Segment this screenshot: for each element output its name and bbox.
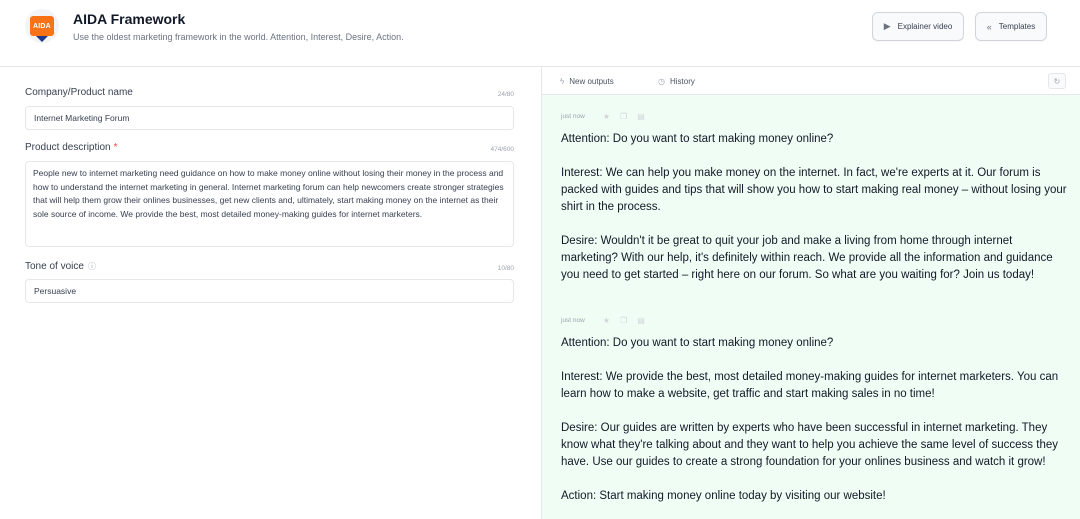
play-icon: ▶ — [883, 21, 891, 31]
company-name-input[interactable]: Internet Marketing Forum — [25, 106, 514, 130]
bolt-icon: ϟ — [560, 76, 565, 86]
output-timestamp: just now — [561, 112, 585, 120]
tab-history-label: History — [669, 76, 695, 86]
tab-new-outputs-label: New outputs — [569, 76, 614, 86]
output-text: Attention: Do you want to start making m… — [561, 335, 1071, 505]
templates-label: Templates — [998, 22, 1036, 31]
copy-icon[interactable]: ❐ — [620, 112, 627, 121]
tone-of-voice-char-count: 10/80 — [497, 265, 514, 272]
outputs-panel: ϟ New outputs ◷ History ↻ just now ★ ❐ ▤… — [541, 67, 1080, 519]
output-paragraph: Desire: Our guides are written by expert… — [561, 422, 1058, 468]
star-icon[interactable]: ★ — [603, 316, 610, 325]
page-title: AIDA Framework — [73, 11, 186, 27]
product-description-value: People new to internet marketing need gu… — [33, 168, 504, 219]
aida-logo-icon: AIDA — [30, 16, 54, 42]
output-paragraph: Desire: Wouldn't it be great to quit you… — [561, 235, 1053, 281]
output-timestamp: just now — [561, 316, 585, 324]
product-description-char-count: 474/600 — [490, 146, 515, 153]
output-paragraph: Interest: We can help you make money on … — [561, 167, 1067, 213]
output-paragraph: Interest: We provide the best, most deta… — [561, 371, 1059, 400]
output-card: just now ★ ❐ ▤ Attention: Do you want to… — [561, 110, 1071, 284]
output-paragraph: Action: Start making money online today … — [561, 490, 886, 502]
refresh-icon: ↻ — [1053, 76, 1061, 86]
tone-of-voice-label: Tone of voice ⓘ — [25, 261, 96, 272]
product-description-label-text: Product description — [25, 142, 111, 153]
company-name-value: Internet Marketing Forum — [34, 113, 130, 123]
input-form: Company/Product name 24/80 Internet Mark… — [0, 67, 541, 519]
document-icon[interactable]: ▤ — [637, 112, 645, 121]
company-name-char-count: 24/80 — [497, 91, 514, 98]
refresh-button[interactable]: ↻ — [1048, 73, 1066, 89]
app-header: AIDA AIDA Framework Use the oldest marke… — [0, 0, 1080, 67]
double-chevron-left-icon: « — [986, 21, 992, 32]
product-description-label: Product description * — [25, 142, 118, 153]
tone-of-voice-value: Persuasive — [34, 286, 77, 296]
output-paragraph: Attention: Do you want to start making m… — [561, 133, 834, 145]
output-meta: just now ★ ❐ ▤ — [561, 110, 1071, 122]
templates-button[interactable]: « Templates — [975, 12, 1047, 41]
document-icon[interactable]: ▤ — [637, 316, 645, 325]
copy-icon[interactable]: ❐ — [620, 316, 627, 325]
outputs-tabs: ϟ New outputs ◷ History ↻ — [542, 67, 1080, 95]
page-subtitle: Use the oldest marketing framework in th… — [73, 32, 404, 42]
app-logo: AIDA — [25, 9, 59, 43]
product-description-textarea[interactable]: People new to internet marketing need gu… — [25, 161, 514, 247]
output-text: Attention: Do you want to start making m… — [561, 131, 1071, 284]
tab-new-outputs[interactable]: ϟ New outputs — [560, 67, 614, 95]
star-icon[interactable]: ★ — [603, 112, 610, 121]
explainer-video-label: Explainer video — [897, 22, 953, 31]
tone-of-voice-label-text: Tone of voice — [25, 261, 84, 272]
required-mark: * — [113, 142, 118, 153]
logo-text: AIDA — [33, 22, 51, 30]
clock-icon: ◷ — [658, 76, 665, 86]
output-card: just now ★ ❐ ▤ Attention: Do you want to… — [561, 314, 1071, 505]
tone-of-voice-input[interactable]: Persuasive — [25, 279, 514, 303]
company-name-label: Company/Product name — [25, 87, 133, 98]
company-name-label-text: Company/Product name — [25, 87, 133, 98]
info-icon[interactable]: ⓘ — [88, 262, 96, 271]
output-paragraph: Attention: Do you want to start making m… — [561, 337, 834, 349]
explainer-video-button[interactable]: ▶ Explainer video — [872, 12, 964, 41]
tab-history[interactable]: ◷ History — [658, 67, 695, 95]
output-meta: just now ★ ❐ ▤ — [561, 314, 1071, 326]
